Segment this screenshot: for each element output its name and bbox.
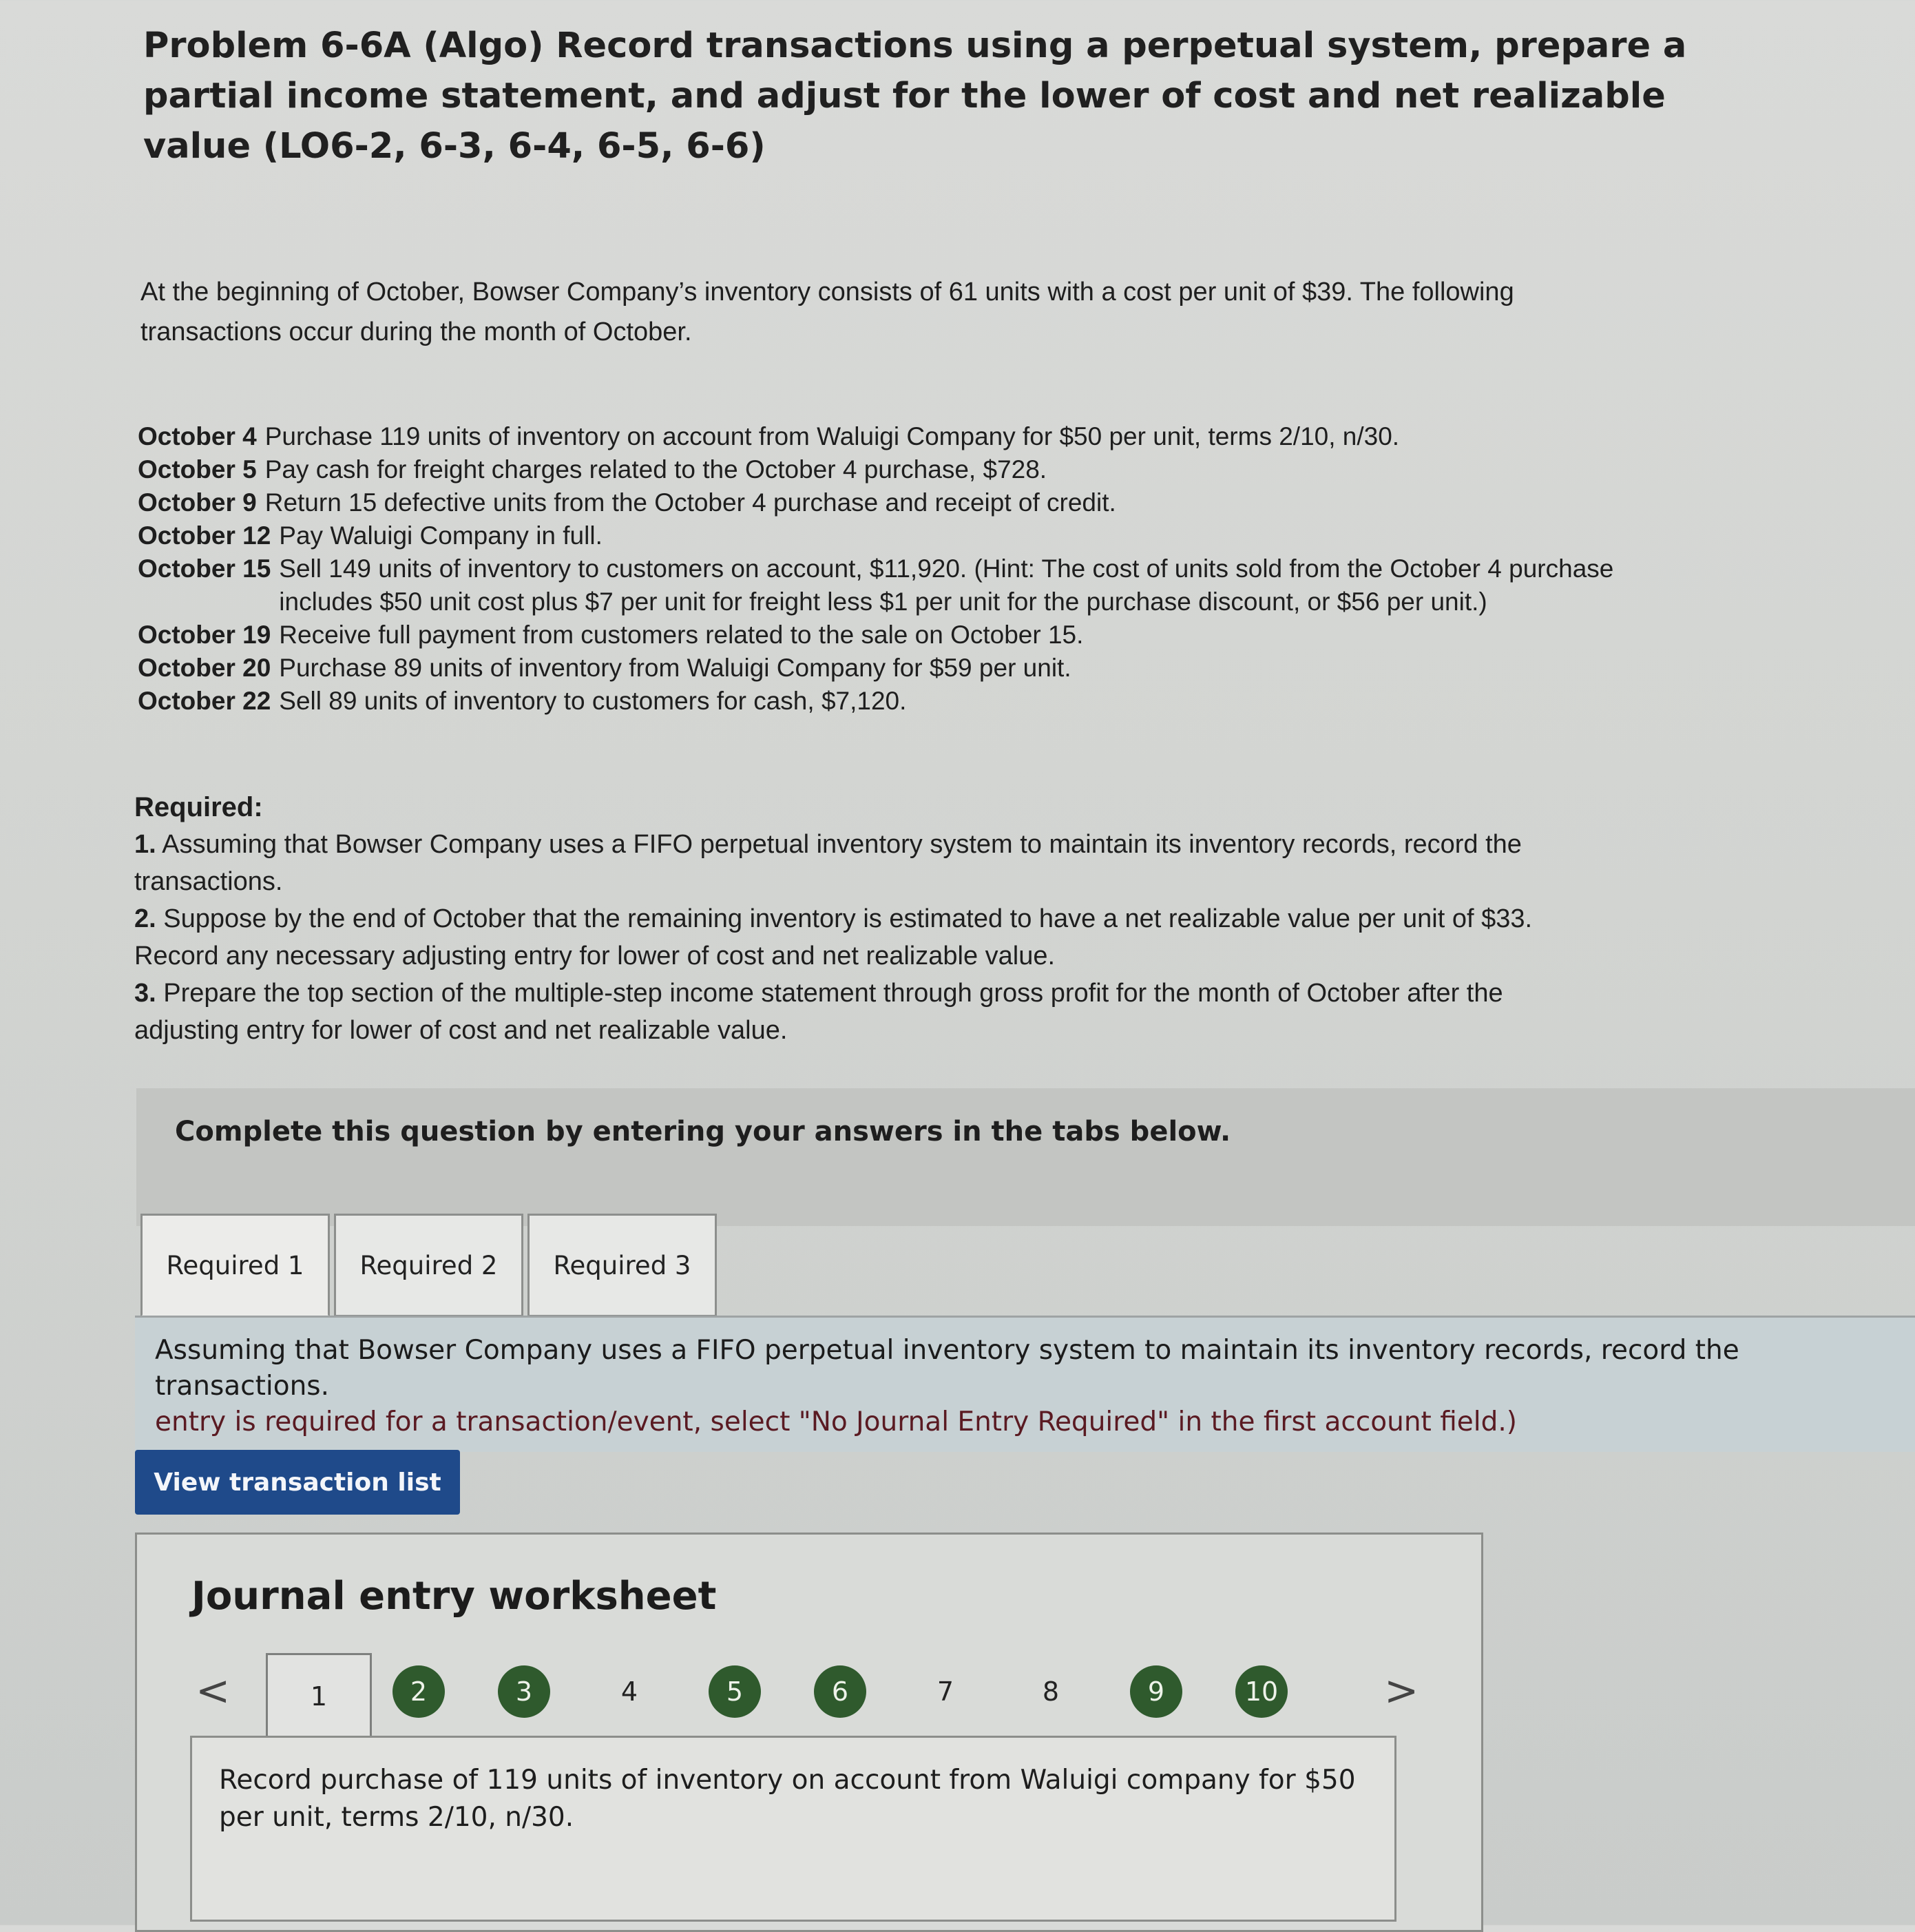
transaction-row: October 19 Receive full payment from cus…: [138, 619, 1639, 652]
tab-required-1[interactable]: Required 1: [140, 1214, 330, 1317]
transaction-row: October 9 Return 15 defective units from…: [138, 486, 1639, 519]
chevron-left-icon[interactable]: <: [196, 1667, 230, 1715]
transaction-text: Purchase 119 units of inventory on accou…: [264, 422, 1400, 450]
tab-required-3[interactable]: Required 3: [527, 1214, 717, 1317]
required-item-text: Prepare the top section of the multiple-…: [134, 979, 1503, 1045]
transaction-text: Sell 149 units of inventory to customers…: [279, 554, 1614, 616]
transaction-date: October 22: [138, 687, 271, 715]
entry-prompt-text: Record purchase of 119 units of inventor…: [219, 1765, 1356, 1833]
panel-instructions: Assuming that Bowser Company uses a FIFO…: [155, 1333, 1915, 1440]
page-button-8[interactable]: 8: [1025, 1665, 1077, 1718]
page-button-2[interactable]: 2: [393, 1665, 445, 1718]
page-button-1[interactable]: 1: [266, 1653, 372, 1738]
transaction-date: October 4: [138, 422, 257, 450]
tab-required-2[interactable]: Required 2: [334, 1214, 523, 1317]
transaction-text: Pay Waluigi Company in full.: [279, 521, 603, 550]
view-transaction-list-button[interactable]: View transaction list: [135, 1450, 460, 1515]
transaction-list: October 4 Purchase 119 units of inventor…: [138, 420, 1639, 718]
required-item-number: 3.: [134, 979, 156, 1008]
transaction-text: Receive full payment from customers rela…: [279, 621, 1084, 649]
transaction-text: Purchase 89 units of inventory from Walu…: [279, 654, 1071, 682]
transaction-row: October 20 Purchase 89 units of inventor…: [138, 652, 1639, 685]
page-button-10[interactable]: 10: [1235, 1665, 1288, 1718]
required-item-number: 1.: [134, 830, 156, 859]
instruction-text: Complete this question by entering your …: [175, 1116, 1231, 1147]
page-button-9[interactable]: 9: [1130, 1665, 1182, 1718]
transaction-row: October 4 Purchase 119 units of inventor…: [138, 420, 1639, 453]
transaction-text: Pay cash for freight charges related to …: [264, 455, 1047, 484]
page-button-6[interactable]: 6: [814, 1665, 866, 1718]
transaction-row: October 5 Pay cash for freight charges r…: [138, 453, 1639, 486]
transaction-date: October 9: [138, 488, 257, 517]
page: Problem 6-6A (Algo) Record transactions …: [0, 0, 1915, 1932]
required-item-text: Suppose by the end of October that the r…: [134, 904, 1533, 970]
transaction-text: Sell 89 units of inventory to customers …: [279, 687, 907, 715]
chevron-right-icon[interactable]: >: [1384, 1667, 1419, 1715]
required-item-text: Assuming that Bowser Company uses a FIFO…: [134, 830, 1522, 896]
page-button-3[interactable]: 3: [498, 1665, 550, 1718]
transaction-row: October 15 Sell 149 units of inventory t…: [138, 552, 1639, 619]
panel-instruction-line: entry is required for a transaction/even…: [155, 1406, 1517, 1437]
required-section: Required: 1. Assuming that Bowser Compan…: [134, 789, 1608, 1049]
page-button-7[interactable]: 7: [919, 1665, 972, 1718]
required-item-number: 2.: [134, 904, 156, 933]
worksheet-pager: < 1 2 3 4 5 6 7 8 9 10 >: [186, 1646, 1425, 1738]
transaction-date: October 15: [138, 554, 271, 583]
instruction-bar: [136, 1088, 1915, 1226]
transaction-date: October 12: [138, 521, 271, 550]
required-item: 3. Prepare the top section of the multip…: [134, 975, 1608, 1049]
required-tabs: Required 1 Required 2 Required 3: [140, 1214, 721, 1317]
transaction-text: Return 15 defective units from the Octob…: [264, 488, 1116, 517]
required-item: 1. Assuming that Bowser Company uses a F…: [134, 826, 1608, 900]
transaction-date: October 5: [138, 455, 257, 484]
panel-instruction-line: Assuming that Bowser Company uses a FIFO…: [155, 1335, 1739, 1402]
problem-intro: At the beginning of October, Bowser Comp…: [140, 278, 1514, 346]
required-item: 2. Suppose by the end of October that th…: [134, 900, 1608, 975]
page-button-4[interactable]: 4: [603, 1665, 656, 1718]
transaction-row: October 12 Pay Waluigi Company in full.: [138, 519, 1639, 552]
transaction-row: October 22 Sell 89 units of inventory to…: [138, 685, 1639, 718]
required-heading: Required:: [134, 792, 263, 822]
page-button-5[interactable]: 5: [709, 1665, 761, 1718]
transaction-date: October 19: [138, 621, 271, 649]
worksheet-title: Journal entry worksheet: [191, 1574, 717, 1619]
transaction-date: October 20: [138, 654, 271, 682]
problem-title: Problem 6-6A (Algo) Record transactions …: [143, 25, 1687, 167]
